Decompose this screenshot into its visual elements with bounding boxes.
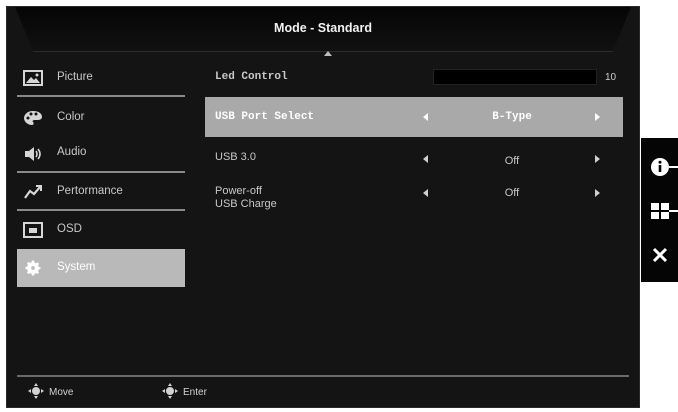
sidebar-item-audio[interactable]: Audio [17, 135, 185, 173]
button-indicator [669, 210, 678, 212]
left-arrow-icon[interactable] [423, 155, 428, 163]
right-arrow-icon[interactable] [595, 113, 600, 121]
side-button-panel [641, 138, 678, 282]
sidebar-item-label: Pertormance [57, 185, 123, 197]
usb-port-select-label: USB Port Select [215, 111, 315, 123]
power-off-usb-charge-row[interactable]: Power-off USB Charge Off [205, 179, 623, 219]
gear-icon [23, 258, 43, 278]
sidebar-item-label: System [57, 261, 96, 273]
power-off-usb-charge-value: Off [504, 187, 520, 199]
footer-enter-label: Enter [183, 387, 207, 398]
led-control-row[interactable]: Led Control 10 [205, 63, 623, 89]
performance-icon [23, 182, 43, 202]
right-arrow-icon[interactable] [595, 189, 600, 197]
usb-3-value: Off [504, 155, 520, 167]
close-icon[interactable] [647, 242, 673, 268]
usb-3-row[interactable]: USB 3.0 Off [205, 143, 623, 173]
sidebar-item-picture[interactable]: Picture [17, 59, 185, 97]
button-indicator [669, 166, 678, 168]
title-bar: Mode - Standard [15, 7, 631, 52]
osd-menu: Mode - Standard Picture Color Audio Pert… [6, 6, 640, 408]
sidebar-item-label: OSD [57, 223, 82, 235]
power-off-usb-charge-label: Power-off USB Charge [215, 185, 277, 211]
page-title: Mode - Standard [274, 21, 372, 35]
sidebar-item-osd[interactable]: OSD [17, 211, 185, 249]
scroll-up-icon [324, 51, 332, 56]
usb-3-label: USB 3.0 [215, 151, 256, 163]
divider [17, 95, 185, 97]
power-off-label-line2: USB Charge [215, 198, 277, 210]
footer-move-label: Move [49, 387, 74, 398]
dpad-center-icon [159, 383, 181, 402]
led-control-value: 10 [605, 72, 617, 83]
sidebar-item-label: Audio [57, 146, 87, 158]
picture-icon [23, 68, 43, 88]
power-off-label-line1: Power-off [215, 185, 262, 197]
left-arrow-icon[interactable] [423, 113, 428, 121]
sidebar-item-system[interactable]: System [17, 249, 185, 287]
right-arrow-icon[interactable] [595, 155, 600, 163]
speaker-icon [23, 144, 43, 164]
left-arrow-icon[interactable] [423, 189, 428, 197]
usb-port-select-value: B-Type [492, 111, 532, 123]
osd-icon [23, 220, 43, 240]
palette-icon [23, 108, 43, 128]
sidebar-item-label: Color [57, 111, 85, 123]
footer-enter: Enter [159, 383, 207, 402]
dpad-icon [25, 383, 47, 402]
footer-divider [17, 375, 629, 377]
sidebar-item-performance[interactable]: Pertormance [17, 173, 185, 211]
sidebar-item-color[interactable]: Color [17, 99, 185, 137]
led-control-slider[interactable] [433, 69, 597, 85]
sidebar-item-label: Picture [57, 71, 93, 83]
usb-port-select-row[interactable]: USB Port Select B-Type [205, 97, 623, 137]
led-control-label: Led Control [215, 71, 288, 83]
footer-move: Move [25, 383, 73, 402]
